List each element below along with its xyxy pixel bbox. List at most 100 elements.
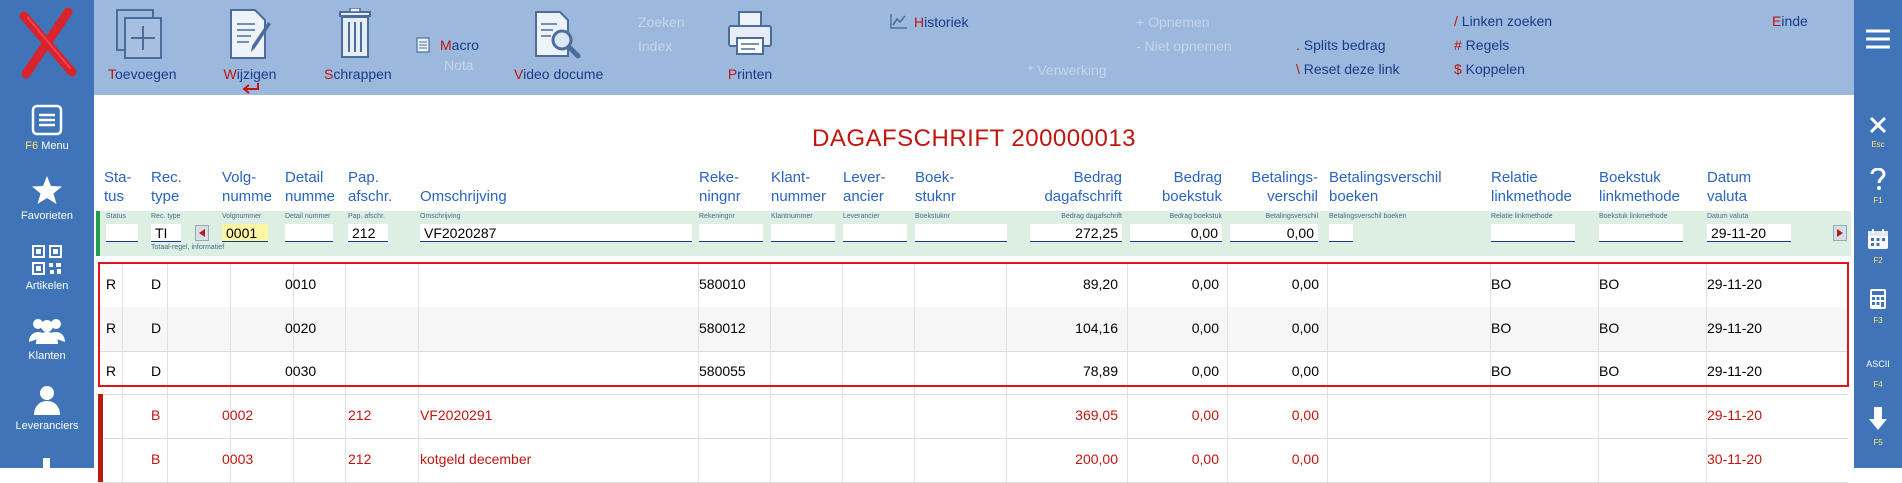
table-row[interactable]: R D 0010 580010 89,20 0,00 0,00 BO BO 29-11-20 xyxy=(98,263,1848,307)
link-search-button[interactable]: / Linken zoeken xyxy=(1454,13,1552,29)
column-divider xyxy=(167,394,168,438)
ascii-button[interactable]: ASCII F4 xyxy=(1854,354,1902,389)
volgnummer-field[interactable]: 0001 xyxy=(222,224,268,242)
macro-button[interactable]: Macro xyxy=(416,37,479,53)
column-divider xyxy=(122,350,123,394)
column-divider xyxy=(230,307,231,351)
klantnummer-field[interactable] xyxy=(771,224,835,242)
edit-document-icon xyxy=(230,9,271,59)
app-logo-icon[interactable] xyxy=(16,8,80,80)
table-row[interactable]: B 0003 212 kotgeld december 200,00 0,00 0,00 30… xyxy=(98,438,1848,482)
help-button[interactable]: F1 xyxy=(1854,167,1902,205)
cell-rek: 580055 xyxy=(699,363,746,379)
pap-afschr-field[interactable]: 212 xyxy=(348,224,388,242)
edit-button[interactable]: Wijzigen xyxy=(220,8,280,94)
column-header-rec-type[interactable]: Rec. type xyxy=(151,168,182,206)
status-field[interactable] xyxy=(106,224,138,242)
detailnummer-field[interactable] xyxy=(285,224,333,242)
column-header-rekeningnr[interactable]: Reke-ningnr xyxy=(699,168,741,206)
column-header-status[interactable]: Sta-tus xyxy=(104,168,132,206)
download-button[interactable]: F5 xyxy=(1854,406,1902,447)
sidebar-item-menu[interactable]: F6 Menu xyxy=(0,104,94,152)
column-divider xyxy=(418,438,419,482)
omschrijving-field[interactable]: VF2020287 xyxy=(420,224,692,242)
sidebar-item-clients[interactable]: Klanten xyxy=(0,314,94,362)
column-divider xyxy=(230,350,231,394)
cell-verschil: 0,00 xyxy=(1291,451,1319,467)
column-header-detailnummer[interactable]: Detail numme xyxy=(285,168,339,206)
cell-verschil: 0,00 xyxy=(1291,363,1319,379)
table-row[interactable]: B 0002 212 VF2020291 369,05 0,00 0,00 29-11-20 xyxy=(98,394,1848,438)
sidebar-item-favorites[interactable]: Favorieten xyxy=(0,174,94,222)
column-divider xyxy=(345,307,346,351)
couple-button[interactable]: $ Koppelen xyxy=(1454,61,1525,77)
relatie-linkmethode-field[interactable] xyxy=(1491,224,1575,242)
row-marker xyxy=(98,394,103,438)
calculator-button[interactable]: F3 xyxy=(1854,288,1902,325)
column-header-klantnummer[interactable]: Klant-nummer xyxy=(771,168,826,206)
column-divider xyxy=(1327,263,1328,307)
cell-rel-link: BO xyxy=(1491,363,1512,379)
toolbar: Toevoegen Wijzigen Schrappen Macro Nota … xyxy=(94,0,1854,95)
reset-link-button[interactable]: \ Reset deze link xyxy=(1296,61,1400,77)
rec-type-field[interactable]: TI xyxy=(151,224,181,242)
end-button[interactable]: Einde xyxy=(1772,13,1808,29)
sidebar-item-articles[interactable]: Artikelen xyxy=(0,244,94,292)
leverancier-field[interactable] xyxy=(843,224,907,242)
add-document-icon xyxy=(116,9,162,59)
edit-row: Status Rec. type TI Totaal-regel, inform… xyxy=(96,211,1851,256)
split-amount-button[interactable]: . Splits bedrag xyxy=(1296,37,1386,53)
column-header-omschrijving[interactable]: Omschrijving xyxy=(420,168,507,206)
hamburger-menu-icon[interactable] xyxy=(1865,28,1891,50)
column-header-bedrag-boekstuk[interactable]: Bedrag boekstuk xyxy=(1130,168,1222,206)
cell-datum: 30-11-20 xyxy=(1707,451,1763,467)
column-header-boekstuk-linkmethode[interactable]: Boekstuk linkmethode xyxy=(1599,168,1680,206)
cell-rek: 580012 xyxy=(699,320,746,336)
sidebar-more-indicator xyxy=(43,458,50,468)
column-header-betalingsverschil[interactable]: Betalings-verschil xyxy=(1230,168,1318,206)
print-button[interactable]: Printen xyxy=(720,8,780,82)
column-divider xyxy=(1598,394,1599,438)
column-header-relatie-linkmethode[interactable]: Relatie linkmethode xyxy=(1491,168,1572,206)
column-header-boekstuknr[interactable]: Boek-stuknr xyxy=(915,168,956,206)
rec-type-hint: Totaal-regel, informatief xyxy=(151,244,225,251)
rekeningnr-field[interactable] xyxy=(699,224,763,242)
column-divider xyxy=(698,394,699,438)
boekstuk-linkmethode-field[interactable] xyxy=(1599,224,1683,242)
table-row[interactable]: R D 0020 580012 104,16 0,00 0,00 BO BO 29-11-20 xyxy=(98,307,1848,351)
caret-left-icon xyxy=(199,229,205,237)
boekstuknr-field[interactable] xyxy=(915,224,1007,242)
cell-detail: 0010 xyxy=(285,276,317,292)
escape-button[interactable]: Esc xyxy=(1854,116,1902,149)
verschil-boeken-field[interactable] xyxy=(1329,224,1353,242)
calendar-button[interactable]: F2 xyxy=(1854,228,1902,265)
rules-button[interactable]: # Regels xyxy=(1454,37,1509,53)
add-button[interactable]: Toevoegen xyxy=(108,8,177,82)
column-header-volgnummer[interactable]: Volg-numme xyxy=(222,168,276,206)
edit-row-marker xyxy=(96,211,100,256)
include-button: + Opnemen xyxy=(1136,14,1210,30)
column-header-bedrag-dagafschrift[interactable]: Bedrag dagafschrift xyxy=(1000,168,1122,206)
column-header-verschil-boeken[interactable]: Betalingsverschil boeken xyxy=(1329,168,1442,206)
datum-valuta-field[interactable]: 29-11-20 xyxy=(1707,224,1791,242)
betalingsverschil-field[interactable]: 0,00 xyxy=(1230,224,1318,242)
delete-button[interactable]: Schrappen xyxy=(324,8,392,82)
sidebar-item-label: Favorieten xyxy=(21,210,73,222)
sidebar-item-label: Leveranciers xyxy=(15,420,79,432)
bedrag-boekstuk-field[interactable]: 0,00 xyxy=(1130,224,1222,242)
column-header-pap-afschr[interactable]: Pap. afschr. xyxy=(348,168,392,206)
sidebar-item-label: Klanten xyxy=(28,350,66,362)
bedrag-dagafschrift-field[interactable]: 272,25 xyxy=(1030,224,1122,242)
cell-verschil: 0,00 xyxy=(1291,407,1319,423)
next-record-button[interactable] xyxy=(1833,225,1847,241)
previous-record-button[interactable] xyxy=(195,225,209,241)
column-header-datum-valuta[interactable]: Datum valuta xyxy=(1707,168,1751,206)
video-documents-button[interactable]: Video docume xyxy=(514,8,604,82)
column-divider xyxy=(418,394,419,438)
table-row[interactable]: R D 0030 580055 78,89 0,00 0,00 BO BO 29-11-20 xyxy=(98,350,1848,394)
return-arrow-icon xyxy=(242,83,259,94)
sidebar-item-suppliers[interactable]: Leveranciers xyxy=(0,384,94,432)
history-button[interactable]: Historiek xyxy=(890,13,968,30)
cell-status: R xyxy=(106,276,117,292)
column-header-leverancier[interactable]: Lever-ancier xyxy=(843,168,886,206)
